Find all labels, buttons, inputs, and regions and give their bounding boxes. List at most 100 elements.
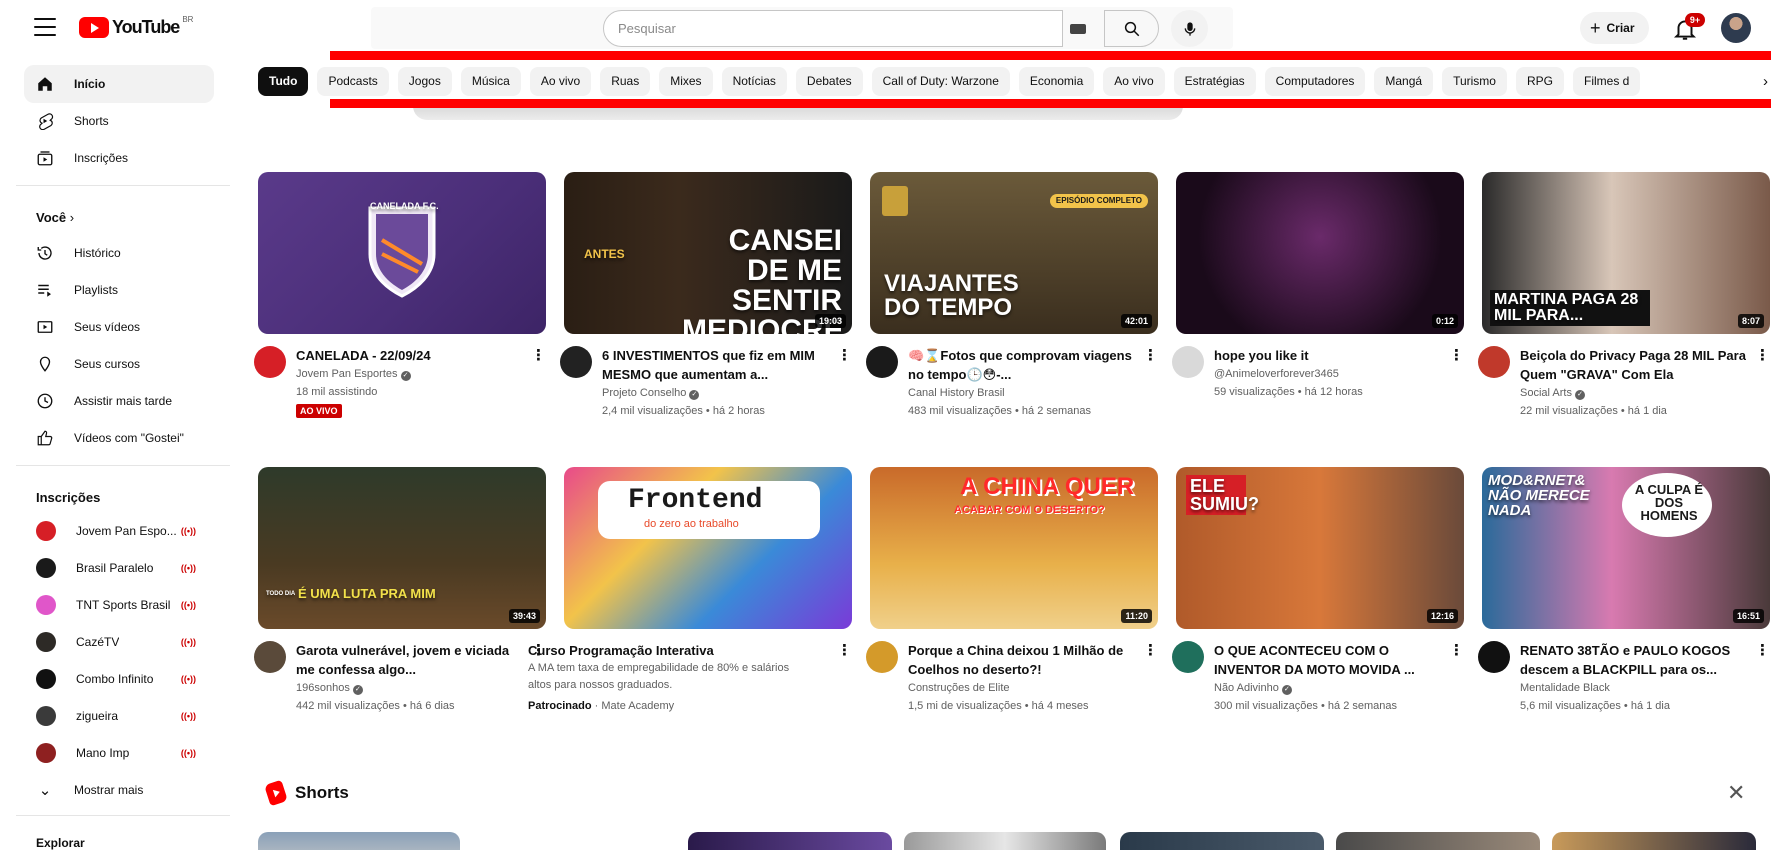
video-title[interactable]: Garota vulnerável, jovem e viciada me co… [296, 641, 522, 679]
sidebar-sub-item[interactable]: Brasil Paralelo ((•)) [24, 549, 214, 587]
channel-avatar[interactable] [1478, 641, 1510, 673]
search-input[interactable]: Pesquisar [603, 10, 1063, 47]
video-thumbnail[interactable]: MOD&RNET& NÃO MERECE NADA A CULPA É DOS H… [1482, 467, 1770, 629]
youtube-logo[interactable]: YouTube BR [79, 15, 193, 38]
video-card[interactable]: MOD&RNET& NÃO MERECE NADA A CULPA É DOS H… [1478, 467, 1771, 715]
channel-avatar[interactable] [1172, 641, 1204, 673]
video-card[interactable]: MARTINA PAGA 28 MIL PARA... 8:07 Beiçola d… [1478, 172, 1771, 420]
video-card[interactable]: 0:12 hope you like it @Animeloverforever34… [1172, 172, 1466, 401]
sidebar-sub-item[interactable]: Mano Imp ((•)) [24, 734, 214, 772]
close-icon[interactable]: ✕ [1727, 780, 1745, 806]
channel-name[interactable]: @Animeloverforever3465 [1214, 368, 1339, 380]
chevron-right-icon[interactable]: › [1738, 66, 1768, 96]
sidebar-item-home[interactable]: Início [24, 65, 214, 103]
more-actions-icon[interactable]: ⋮ [1755, 346, 1770, 364]
video-title[interactable]: CANELADA - 22/09/24 [296, 346, 522, 365]
filter-chip[interactable]: Ruas [600, 66, 651, 96]
channel-avatar[interactable] [254, 641, 286, 673]
sidebar-sub-item[interactable]: TNT Sports Brasil ((•)) [24, 586, 214, 624]
channel-name[interactable]: Projeto Conselho [602, 387, 686, 399]
short-thumbnail[interactable] [1336, 832, 1540, 850]
more-actions-icon[interactable]: ⋮ [1755, 641, 1770, 659]
filter-chip[interactable]: Ao vivo [1103, 66, 1165, 96]
video-card[interactable]: ELE SUMIU? 12:16 O QUE ACONTECEU COM O INV… [1172, 467, 1466, 715]
video-thumbnail[interactable]: Frontend do zero ao trabalho [564, 467, 852, 629]
filter-chip[interactable]: Tudo [258, 66, 309, 96]
short-thumbnail[interactable] [688, 832, 892, 850]
filter-chip[interactable]: Jogos [397, 66, 452, 96]
filter-chip[interactable]: RPG [1515, 66, 1564, 96]
channel-avatar[interactable] [254, 346, 286, 378]
filter-chip[interactable]: Turismo [1442, 66, 1507, 96]
filter-chip[interactable]: Estratégias [1173, 66, 1256, 96]
video-thumbnail[interactable]: A CHINA QUER ACABAR COM O DESERTO? 11:20 [870, 467, 1158, 629]
sidebar-item-shorts[interactable]: Shorts [24, 102, 214, 140]
video-thumbnail[interactable]: ELE SUMIU? 12:16 [1176, 467, 1464, 629]
filter-chip[interactable]: Economia [1018, 66, 1095, 96]
show-more-button[interactable]: ⌄ Mostrar mais [24, 771, 214, 809]
video-thumbnail[interactable]: MARTINA PAGA 28 MIL PARA... 8:07 [1482, 172, 1770, 334]
sidebar-item-your-videos[interactable]: Seus vídeos [24, 308, 214, 346]
video-title[interactable]: RENATO 38TÃO e PAULO KOGOS descem a BLAC… [1520, 641, 1746, 679]
sidebar-item-watch-later[interactable]: Assistir mais tarde [24, 382, 214, 420]
more-actions-icon[interactable]: ⋮ [1143, 641, 1158, 659]
channel-name[interactable]: Mentalidade Black [1520, 682, 1610, 694]
filter-chip[interactable]: Notícias [721, 66, 787, 96]
more-actions-icon[interactable]: ⋮ [837, 346, 852, 364]
sidebar-sub-item[interactable]: Jovem Pan Espo... ((•)) [24, 512, 214, 550]
video-card[interactable]: VIAJANTES DO TEMPO EPISÓDIO COMPLETO 42:01… [866, 172, 1160, 420]
keyboard-icon[interactable] [1070, 24, 1086, 34]
video-card[interactable]: CANELADA F.C. CANELADA - 22/09/24 Jovem Pa… [254, 172, 548, 419]
sidebar-item-history[interactable]: Histórico [24, 234, 214, 272]
voice-search-button[interactable] [1171, 10, 1208, 47]
sidebar-sub-item[interactable]: CazéTV ((•)) [24, 623, 214, 661]
menu-icon[interactable] [34, 18, 56, 36]
search-button[interactable] [1104, 10, 1159, 47]
video-thumbnail[interactable]: É UMA LUTA PRA MIM TODO DIA 39:43 [258, 467, 546, 629]
more-actions-icon[interactable]: ⋮ [531, 346, 546, 364]
channel-name[interactable]: Não Adivinho [1214, 682, 1279, 694]
sidebar-item-courses[interactable]: Seus cursos [24, 345, 214, 383]
video-title[interactable]: 🧠⌛Fotos que comprovam viagens no tempo🕒😳… [908, 346, 1134, 384]
filter-chip[interactable]: Computadores [1264, 66, 1366, 96]
channel-avatar[interactable] [866, 346, 898, 378]
channel-name[interactable]: Construções de Elite [908, 682, 1010, 694]
video-thumbnail[interactable]: 0:12 [1176, 172, 1464, 334]
you-section-heading[interactable]: Você › [36, 210, 74, 225]
short-thumbnail[interactable] [1552, 832, 1756, 850]
short-thumbnail[interactable] [258, 832, 460, 850]
channel-name[interactable]: Social Arts [1520, 387, 1572, 399]
video-card[interactable]: CANSEI DE ME SENTIR MEDIOCRE ANTES 19:03 6 … [560, 172, 854, 420]
sidebar-sub-item[interactable]: zigueira ((•)) [24, 697, 214, 735]
channel-avatar[interactable] [866, 641, 898, 673]
video-title[interactable]: 6 INVESTIMENTOS que fiz em MIM MESMO que… [602, 346, 828, 384]
sidebar-item-liked-videos[interactable]: Vídeos com "Gostei" [24, 419, 214, 457]
video-card[interactable]: A CHINA QUER ACABAR COM O DESERTO? 11:20 Po… [866, 467, 1160, 715]
video-card[interactable]: Frontend do zero ao trabalho Curso Program… [528, 467, 854, 715]
video-title[interactable]: hope you like it [1214, 346, 1440, 365]
filter-chip[interactable]: Música [460, 66, 521, 96]
video-title[interactable]: O QUE ACONTECEU COM O INVENTOR DA MOTO M… [1214, 641, 1440, 679]
video-title[interactable]: Porque a China deixou 1 Milhão de Coelho… [908, 641, 1134, 679]
create-button[interactable]: + Criar [1580, 12, 1649, 44]
video-title[interactable]: Beiçola do Privacy Paga 28 MIL Para Quem… [1520, 346, 1746, 384]
video-thumbnail[interactable]: CANELADA F.C. [258, 172, 546, 334]
more-actions-icon[interactable]: ⋮ [1143, 346, 1158, 364]
account-avatar[interactable] [1721, 13, 1751, 43]
sidebar-item-playlists[interactable]: Playlists [24, 271, 214, 309]
channel-avatar[interactable] [1478, 346, 1510, 378]
more-actions-icon[interactable]: ⋮ [1449, 641, 1464, 659]
channel-avatar[interactable] [1172, 346, 1204, 378]
channel-name[interactable]: 196sonhos [296, 682, 350, 694]
filter-chip[interactable]: Call of Duty: Warzone [871, 66, 1010, 96]
short-thumbnail[interactable] [904, 832, 1106, 850]
channel-avatar[interactable] [560, 346, 592, 378]
video-card[interactable]: É UMA LUTA PRA MIM TODO DIA 39:43 Garota vu… [254, 467, 548, 715]
filter-chip[interactable]: Debates [795, 66, 863, 96]
filter-chip[interactable]: Mangá [1374, 66, 1434, 96]
filter-chip[interactable]: Mixes [659, 66, 713, 96]
more-actions-icon[interactable]: ⋮ [1449, 346, 1464, 364]
filter-chip[interactable]: Podcasts [317, 66, 389, 96]
video-title[interactable]: Curso Programação Interativa [528, 641, 790, 660]
short-thumbnail[interactable] [1120, 832, 1324, 850]
